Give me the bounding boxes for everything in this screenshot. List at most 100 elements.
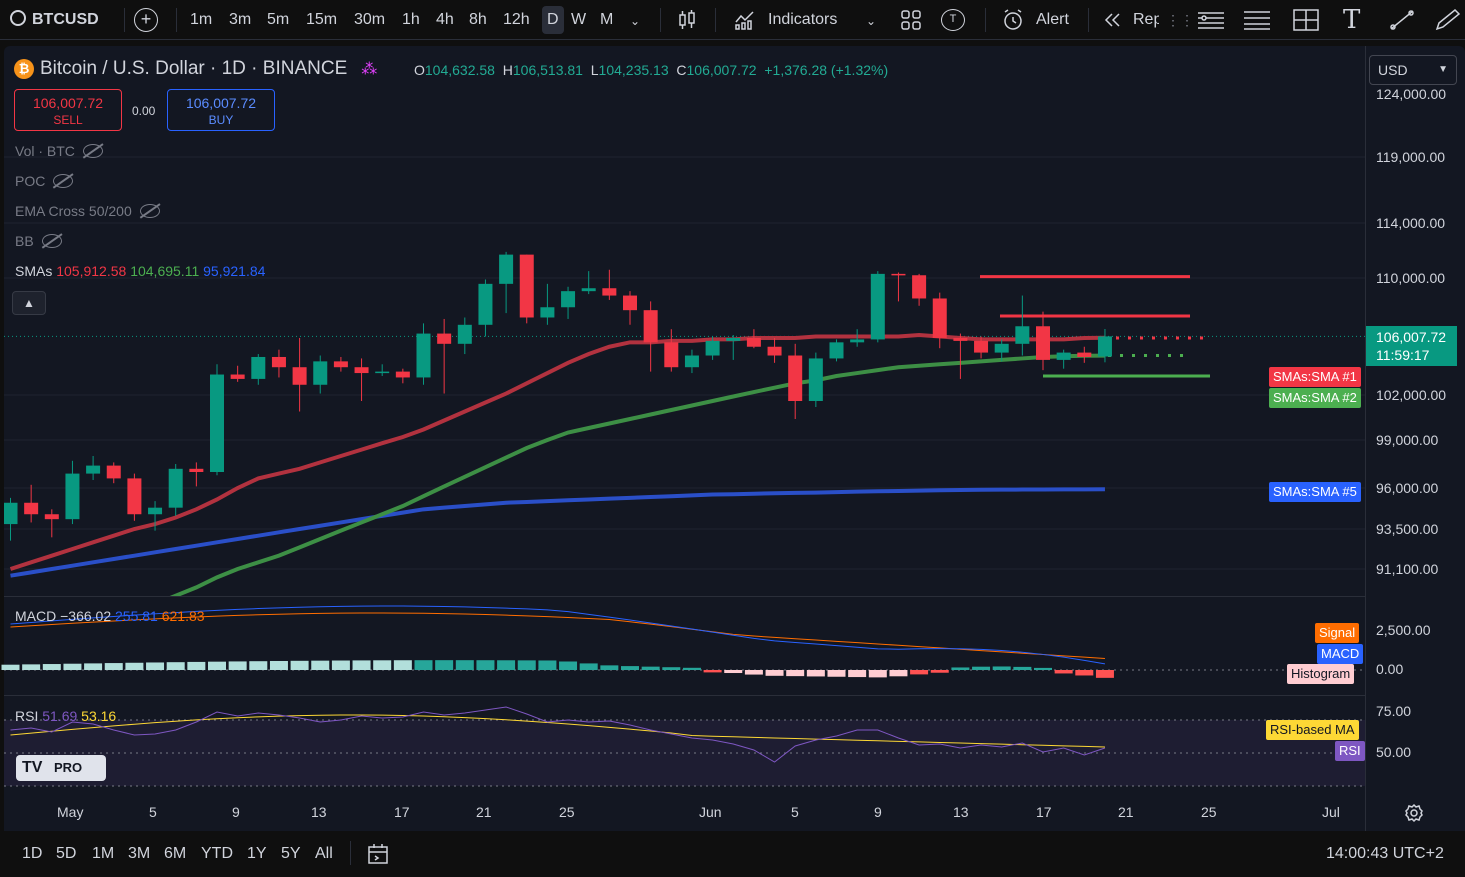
candle[interactable]	[581, 271, 596, 295]
range-6m[interactable]: 6M	[164, 845, 186, 863]
range-5d[interactable]: 5D	[56, 845, 76, 863]
candle[interactable]	[189, 462, 204, 487]
range-5y[interactable]: 5Y	[281, 845, 301, 863]
candle[interactable]	[746, 329, 761, 349]
histogram-bar	[579, 663, 598, 670]
histogram-bar	[951, 667, 970, 670]
candle[interactable]	[478, 279, 493, 337]
candle[interactable]	[767, 337, 782, 363]
range-1m[interactable]: 1M	[92, 845, 114, 863]
indicator-vol[interactable]: Vol · BTC	[15, 143, 103, 159]
x-axis-label: 25	[1201, 804, 1217, 820]
histogram-bar	[1034, 667, 1052, 670]
macd-legend[interactable]: MACD −366.02 255.81 621.83	[15, 608, 205, 624]
candle[interactable]	[86, 456, 101, 480]
candle[interactable]	[1015, 295, 1030, 356]
candle-body	[395, 371, 410, 378]
collapse-legend-button[interactable]: ▲	[12, 291, 46, 315]
range-1d[interactable]: 1D	[22, 845, 42, 863]
candle-body	[44, 514, 59, 520]
range-1y[interactable]: 1Y	[247, 845, 267, 863]
range-all[interactable]: All	[315, 845, 333, 863]
candle[interactable]	[106, 462, 121, 484]
clock[interactable]: 14:00:43 UTC+2	[1326, 845, 1444, 863]
currency-select[interactable]: USD ▼	[1369, 55, 1457, 85]
candle[interactable]	[395, 368, 410, 384]
candle[interactable]	[333, 356, 348, 372]
candle[interactable]	[602, 269, 617, 300]
candle-body	[746, 337, 761, 347]
histogram-bar	[476, 660, 495, 670]
candle[interactable]	[210, 364, 224, 476]
candle[interactable]	[519, 254, 534, 324]
candle[interactable]	[4, 497, 18, 541]
hidden-eye-icon[interactable]	[53, 174, 74, 188]
rsi-ma-tag: RSI-based MA	[1266, 720, 1359, 740]
grid-lines	[4, 156, 1365, 570]
candle[interactable]	[375, 364, 390, 376]
range-3m[interactable]: 3M	[128, 845, 150, 863]
buy-button[interactable]: 106,007.72 BUY	[167, 89, 275, 131]
candle[interactable]	[664, 329, 679, 372]
candle-body	[65, 473, 80, 520]
candle[interactable]	[24, 484, 39, 523]
settings-gear-icon[interactable]	[1404, 803, 1424, 823]
rsi-legend[interactable]: RSI 51.69 53.16	[15, 708, 116, 724]
candle[interactable]	[953, 333, 968, 379]
hidden-eye-icon[interactable]	[41, 234, 62, 248]
histogram-bar	[497, 660, 516, 670]
candle[interactable]	[1056, 349, 1071, 369]
candle[interactable]	[127, 473, 142, 521]
candle[interactable]	[251, 354, 266, 385]
indicator-smas[interactable]: SMAs 105,912.58 104,695.11 95,921.84	[15, 263, 265, 279]
candle[interactable]	[561, 286, 576, 319]
indicator-poc[interactable]: POC	[15, 173, 74, 189]
histogram-bar	[868, 670, 887, 678]
candle[interactable]	[65, 460, 80, 525]
histogram-bar	[744, 670, 763, 675]
candle[interactable]	[230, 365, 245, 382]
candle[interactable]	[416, 323, 431, 385]
indicator-ema-cross[interactable]: EMA Cross 50/200	[15, 203, 160, 219]
candle[interactable]	[1036, 311, 1050, 371]
candle[interactable]	[643, 301, 658, 372]
candle[interactable]	[313, 355, 328, 394]
candle[interactable]	[684, 349, 699, 374]
candle-body	[1056, 352, 1071, 360]
candle-body	[705, 340, 720, 356]
candle[interactable]	[271, 349, 286, 378]
share-icon[interactable]: ⁂	[361, 59, 377, 79]
candle[interactable]	[808, 352, 823, 407]
histogram-bar	[930, 670, 949, 673]
candle[interactable]	[932, 292, 947, 349]
candle[interactable]	[1077, 346, 1092, 363]
candle[interactable]	[292, 337, 307, 412]
candle[interactable]	[912, 273, 927, 306]
histogram-bar	[269, 660, 288, 670]
candle[interactable]	[623, 291, 637, 325]
symbol-legend[interactable]: ₿ Bitcoin / U.S. Dollar · 1D · BINANCE ⁂	[14, 58, 377, 80]
rsi-axis-label: 75.00	[1376, 703, 1412, 719]
candle[interactable]	[540, 283, 555, 325]
date-range-icon[interactable]	[366, 842, 390, 866]
histogram-bar	[1095, 670, 1114, 678]
hidden-eye-icon[interactable]	[82, 144, 103, 158]
candle[interactable]	[457, 317, 472, 355]
candle[interactable]	[168, 464, 183, 516]
candle[interactable]	[891, 272, 906, 302]
candle[interactable]	[437, 318, 452, 394]
hidden-eye-icon[interactable]	[139, 204, 160, 218]
candle-body	[808, 358, 823, 401]
candle[interactable]	[870, 271, 885, 343]
tradingview-logo[interactable]: TV PRO	[16, 755, 106, 781]
sell-button[interactable]: 106,007.72 SELL	[14, 89, 122, 131]
candle-body	[230, 374, 245, 379]
histogram-bar	[373, 660, 392, 670]
candle[interactable]	[726, 335, 741, 360]
candle[interactable]	[44, 509, 59, 538]
range-ytd[interactable]: YTD	[201, 845, 233, 863]
candle[interactable]	[788, 343, 803, 419]
candle[interactable]	[829, 339, 844, 362]
indicator-bb[interactable]: BB	[15, 233, 62, 249]
candle[interactable]	[499, 251, 514, 314]
